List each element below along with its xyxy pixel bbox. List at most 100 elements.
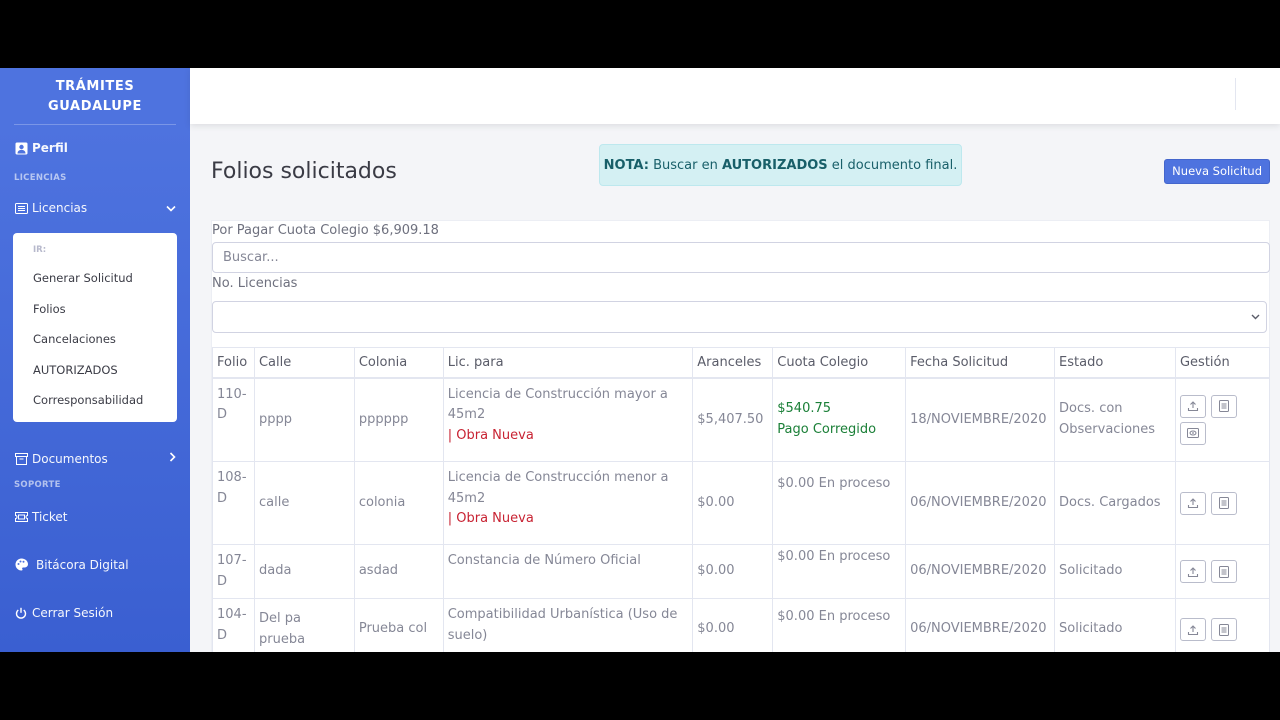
cuota-status: Pago Corregido [777,421,877,437]
brand[interactable]: TRÁMITES GUADALUPE [0,68,190,124]
column-header-gestion[interactable]: Gestión [1174,347,1271,379]
cell-colonia: asdad [353,544,444,599]
archive-icon [14,452,28,466]
upload-button[interactable] [1179,618,1206,641]
cell-fecha: 06/NOVIEMBRE/2020 [905,461,1056,545]
sidebar-item-perfil[interactable]: Perfil [0,131,190,165]
column-header-colonia[interactable]: Colonia [353,347,444,379]
upload-button[interactable] [1179,560,1206,583]
lic-type: Constancia de Número Oficial [447,553,641,568]
document-button[interactable] [1210,394,1237,418]
submenu-item-cancelaciones[interactable]: Cancelaciones [13,324,177,355]
search-input[interactable] [212,242,1270,273]
column-header-aranceles[interactable]: Aranceles [692,347,774,379]
cell-lic-para: Licencia de Construcción mayor a 45m2 | … [442,377,694,462]
folios-card: Por Pagar Cuota Colegio $6,909.18 No. Li… [211,220,1271,652]
sidebar-item-bitacora[interactable]: Bitácora Digital [0,548,190,582]
section-heading-licencias: LICENCIAS [14,173,67,183]
cell-estado: Docs. Cargados [1054,461,1176,545]
cell-aranceles: $0.00 [692,461,774,545]
ticket-icon [14,510,28,524]
column-header-folio[interactable]: Folio [212,347,255,379]
sidebar-item-label: Documentos [32,451,108,466]
column-header-fecha[interactable]: Fecha Solicitud [905,347,1056,379]
cell-cuota: $0.00 En proceso [772,598,907,652]
new-request-button[interactable]: Nueva Solicitud [1164,159,1270,184]
column-header-lic-para[interactable]: Lic. para [442,347,694,379]
cuota-amount: $0.00 En proceso [777,476,891,491]
upload-icon [1187,498,1199,509]
lic-extra: | Obra Nueva [447,427,534,443]
column-header-cuota-colegio[interactable]: Cuota Colegio [772,347,907,379]
cell-folio: 108-D [212,461,255,545]
alert-text-bold: AUTORIZADOS [721,157,828,173]
cell-aranceles: $5,407.50 [692,377,774,462]
main-content: Folios solicitados NOTA: Buscar en AUTOR… [190,124,1280,652]
document-icon [1218,400,1229,413]
cell-fecha: 06/NOVIEMBRE/2020 [905,544,1056,599]
document-icon [1218,497,1229,509]
section-heading-soporte: SOPORTE [14,479,61,490]
licenses-select[interactable] [212,301,1267,333]
document-button[interactable] [1210,618,1237,641]
upload-button[interactable] [1179,394,1206,418]
cell-cuota: $0.00 En proceso [772,461,907,545]
sidebar-item-licencias[interactable]: Licencias [0,191,190,225]
cell-fecha: 06/NOVIEMBRE/2020 [905,598,1056,652]
user-icon [14,141,28,155]
submenu-header: IR: [33,245,47,255]
submenu-item-corresponsabilidad[interactable]: Corresponsabilidad [13,385,177,416]
upload-icon [1187,566,1199,577]
upload-button[interactable] [1179,491,1206,515]
table-row: 104-D Del pa prueba Prueba col Compatibi… [212,598,1271,652]
table-header-row: Folio Calle Colonia Lic. para Aranceles … [212,347,1271,379]
cell-estado: Docs. con Observaciones [1054,377,1176,462]
table-row: 108-D calle colonia Licencia de Construc… [212,461,1271,545]
cell-estado: Solicitado [1054,598,1176,652]
sidebar-item-label: Cerrar Sesión [32,605,114,620]
sidebar-item-ticket[interactable]: Ticket [0,500,190,534]
submenu-item-generar-solicitud[interactable]: Generar Solicitud [13,263,177,294]
chevron-down-icon [1251,310,1260,323]
brand-line-1: TRÁMITES [55,79,135,94]
alert-label: NOTA: [603,157,649,173]
cell-gestion [1174,377,1271,462]
cell-calle: dada [253,544,355,599]
page-title: Folios solicitados [211,159,397,184]
cell-colonia: Prueba col [353,598,444,652]
cell-lic-para: Licencia de Construcción menor a 45m2 | … [442,461,694,545]
licencias-submenu: IR: Generar Solicitud Folios Cancelacion… [13,233,177,422]
chevron-down-icon [166,202,176,215]
cuota-amount: $540.75 [777,401,832,417]
column-header-estado[interactable]: Estado [1054,347,1176,379]
topbar [190,68,1280,124]
column-header-calle[interactable]: Calle [253,347,355,379]
sidebar-item-label: Perfil [32,141,68,155]
upload-icon [1187,624,1199,635]
folios-table: Folio Calle Colonia Lic. para Aranceles … [212,347,1271,652]
sidebar-divider [14,124,176,125]
submenu-item-folios[interactable]: Folios [13,294,177,325]
cell-lic-para: Compatibilidad Urbanística (Uso de suelo… [442,598,694,652]
sidebar-item-label: Ticket [32,509,68,524]
table-row: 107-D dada asdad Constancia de Número Of… [212,544,1271,599]
lic-extra: | Obra Nueva [447,511,534,526]
document-button[interactable] [1210,560,1237,583]
cell-gestion [1174,461,1271,545]
cell-aranceles: $0.00 [692,544,774,599]
cell-cuota: $0.00 En proceso [772,544,907,599]
view-button[interactable] [1179,421,1206,445]
cuota-pending-text: Por Pagar Cuota Colegio $6,909.18 [212,223,439,238]
cell-folio: 104-D [212,598,255,652]
power-icon [14,606,28,620]
sidebar-item-documentos[interactable]: Documentos [0,442,190,476]
sidebar-item-cerrar-sesion[interactable]: Cerrar Sesión [0,596,190,630]
lic-type: Compatibilidad Urbanística (Uso de suelo… [447,607,678,643]
alert-text-1: Buscar en [648,157,722,173]
cell-calle: pppp [253,377,355,462]
cell-aranceles: $0.00 [692,598,774,652]
alert-text-2: el documento final. [827,157,958,173]
document-button[interactable] [1210,491,1237,515]
submenu-item-autorizados[interactable]: AUTORIZADOS [13,355,177,386]
document-icon [1218,565,1229,578]
